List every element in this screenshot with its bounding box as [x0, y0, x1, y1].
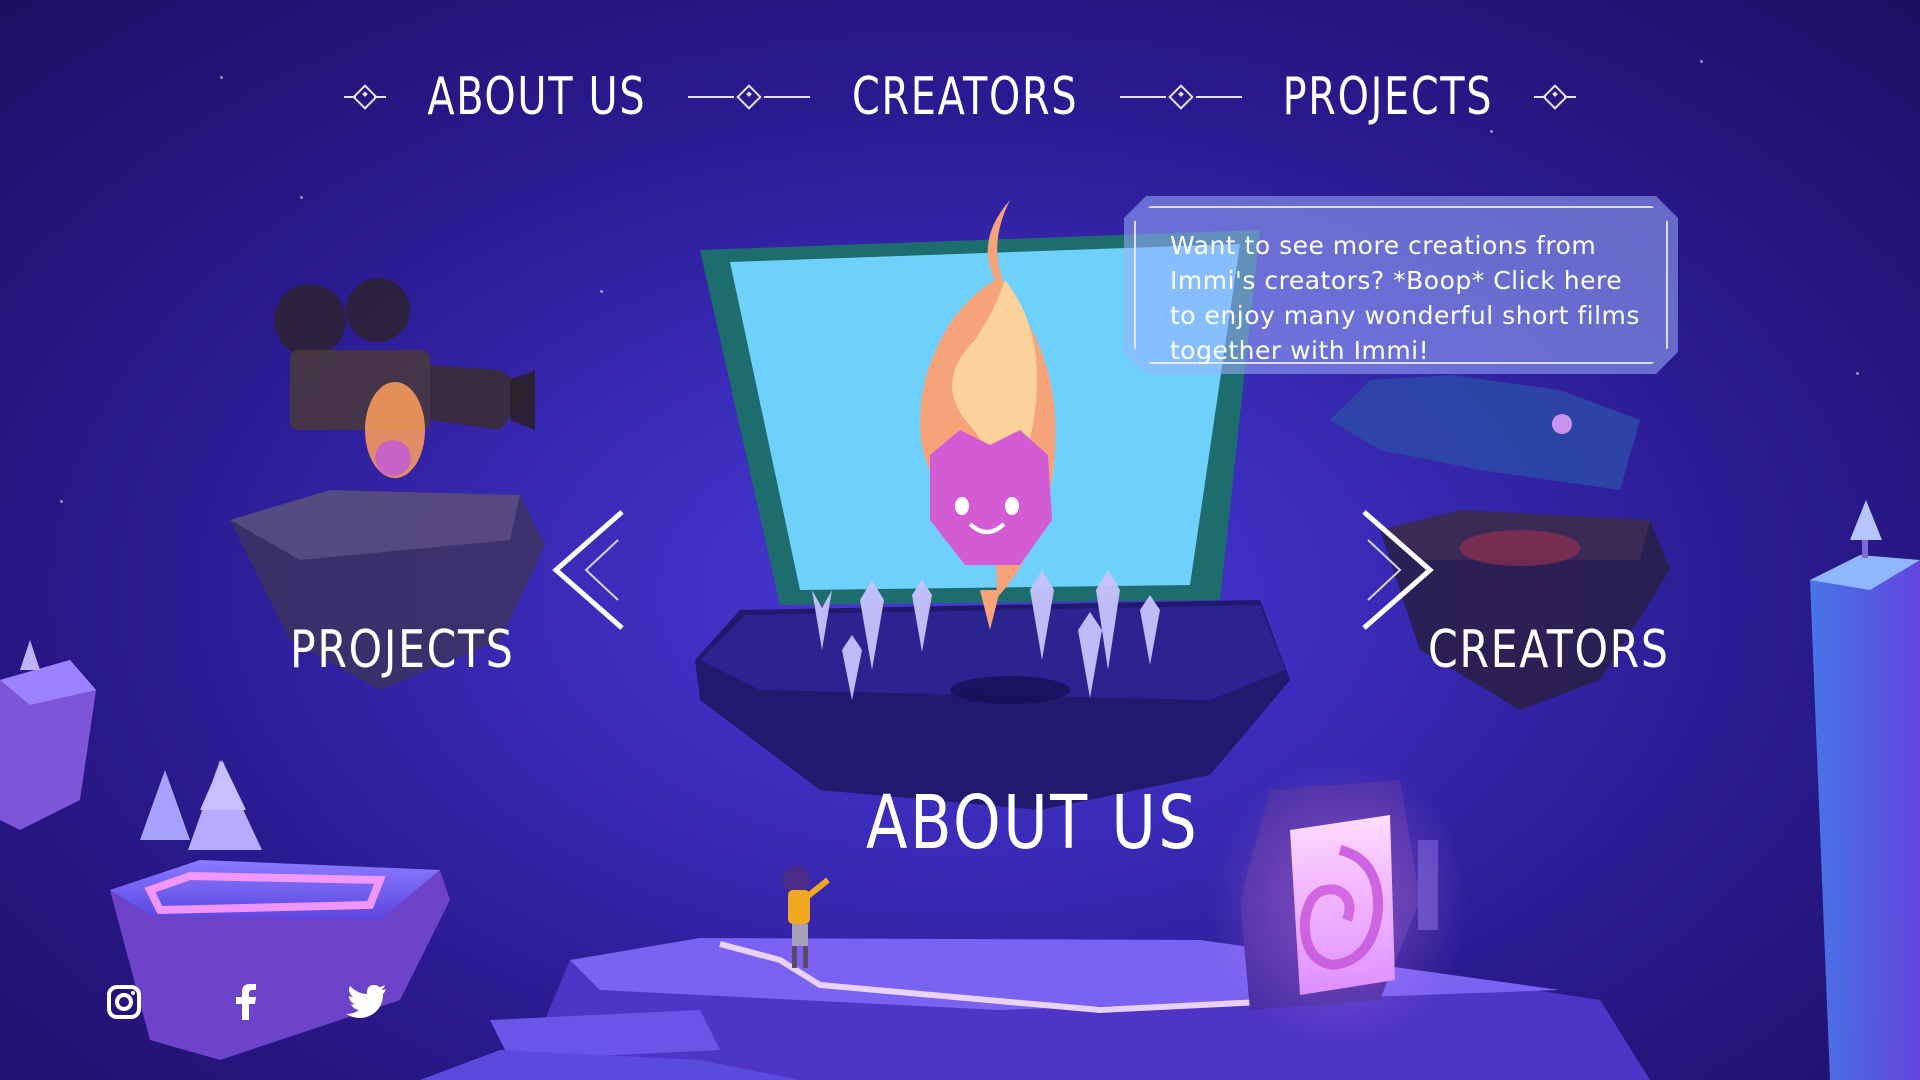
- creators-tooltip[interactable]: Want to see more creations from Immi's c…: [1124, 196, 1678, 374]
- carousel-label-about-us[interactable]: ABOUT US: [866, 780, 1199, 866]
- nav-creators[interactable]: CREATORS: [833, 67, 1097, 127]
- nav-about-us[interactable]: ABOUT US: [409, 67, 665, 127]
- chevron-right-icon[interactable]: [1354, 510, 1434, 630]
- facebook-icon[interactable]: [226, 982, 266, 1022]
- tooltip-text: Want to see more creations from Immi's c…: [1170, 231, 1640, 365]
- diamond-icon: [1542, 84, 1568, 110]
- carousel-label-creators[interactable]: CREATORS: [1428, 620, 1670, 680]
- diamond-icon: [352, 84, 378, 110]
- game-scene: [0, 0, 1920, 1080]
- chevron-left-icon[interactable]: [552, 510, 632, 630]
- instagram-icon[interactable]: [104, 982, 144, 1022]
- twitter-icon[interactable]: [346, 982, 386, 1022]
- diamond-icon: [1168, 84, 1194, 110]
- carousel-label-projects[interactable]: PROJECTS: [290, 620, 514, 680]
- nav-connector: [687, 84, 810, 110]
- nav-projects[interactable]: PROJECTS: [1264, 67, 1512, 127]
- diamond-icon: [736, 84, 762, 110]
- nav-connector: [1120, 84, 1243, 110]
- background-art: [0, 200, 1920, 1080]
- top-nav: ABOUT US CREATORS PROJECTS: [0, 62, 1920, 132]
